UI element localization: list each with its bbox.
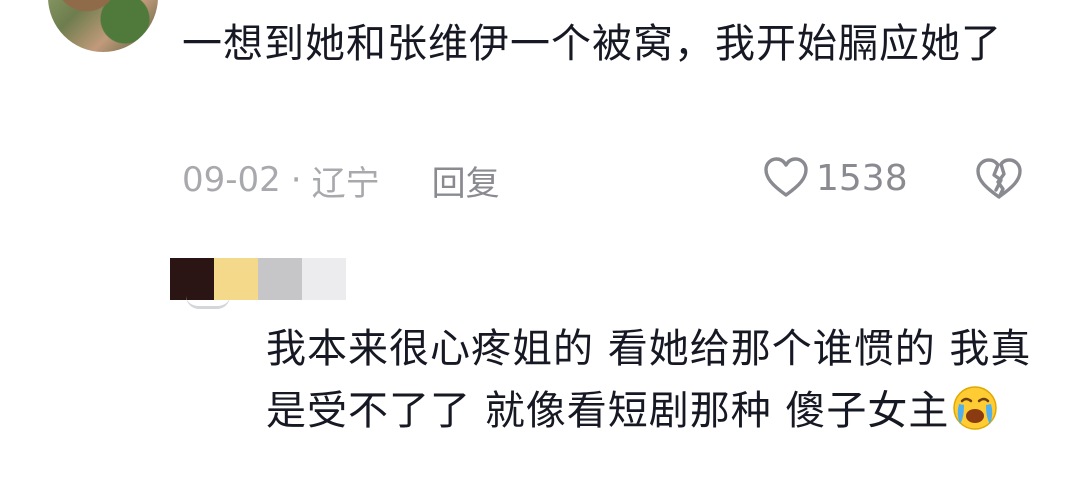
- like-button[interactable]: 1538: [762, 154, 908, 202]
- reply-button[interactable]: 回复: [432, 156, 500, 205]
- reply-comment-text: 我本来很心疼姐的 看她给那个谁惯的 我真是受不了了 就像看短剧那种 傻子女主: [266, 326, 1032, 434]
- censor-block: [258, 258, 302, 300]
- heart-icon: [764, 157, 808, 197]
- censor-block: [170, 258, 214, 300]
- broken-heart-icon[interactable]: [974, 154, 1024, 204]
- loudly-crying-face-emoji: [953, 386, 998, 430]
- censored-username: [170, 258, 346, 300]
- comment-meta: 09-02 · 辽宁 回复: [182, 156, 500, 204]
- comment-text: 一想到她和张维伊一个被窝，我开始膈应她了: [182, 21, 1002, 67]
- like-count: 1538: [816, 157, 908, 199]
- censor-block: [214, 258, 258, 300]
- reply-comment: 我本来很心疼姐的 看她给那个谁惯的 我真是受不了了 就像看短剧那种 傻子女主: [266, 318, 1046, 442]
- comment-date: 09-02: [182, 160, 281, 200]
- meta-separator: ·: [290, 160, 302, 200]
- comment-location: 辽宁: [311, 163, 380, 204]
- commenter-avatar[interactable]: [48, 0, 158, 52]
- censor-block: [302, 258, 346, 300]
- reply-avatar[interactable]: [186, 296, 230, 309]
